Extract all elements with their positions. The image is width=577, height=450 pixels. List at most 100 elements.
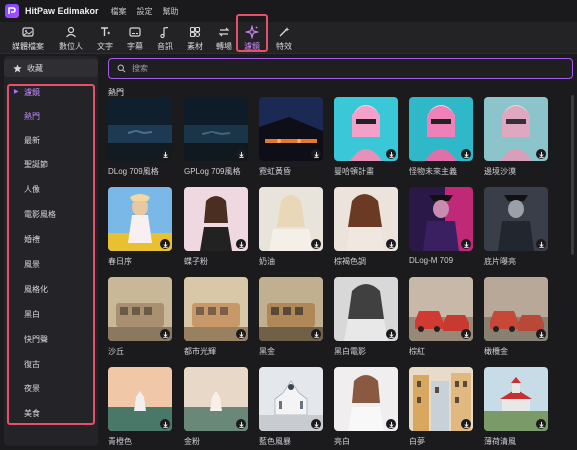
filter-thumbnail	[409, 367, 473, 431]
filter-name: DLog 709風格	[108, 167, 159, 176]
tool-label: 數位人	[59, 42, 83, 51]
filter-name: 亮白	[334, 437, 350, 446]
sidebar-item-wedding[interactable]: 婚禮	[24, 234, 40, 245]
download-icon[interactable]	[236, 149, 246, 159]
filter-tool-highlight	[236, 14, 268, 52]
filter-card[interactable]: 霓虹黃昏	[259, 97, 323, 176]
download-icon[interactable]	[160, 239, 170, 249]
sidebar-item-hot[interactable]: 熱門	[24, 111, 40, 122]
search-bar[interactable]: 搜索	[108, 58, 573, 79]
favorites-item[interactable]: 收藏	[4, 59, 98, 77]
sidebar-item-night[interactable]: 夜景	[24, 383, 40, 394]
download-icon[interactable]	[311, 419, 321, 429]
category-list-highlight	[7, 84, 95, 425]
filter-card[interactable]: 亮白	[334, 367, 398, 446]
tool-audio[interactable]: 音訊	[153, 22, 177, 52]
filter-card[interactable]: 怪物未來主義	[409, 97, 473, 176]
tool-sticker[interactable]: 素材	[183, 22, 207, 52]
filter-card[interactable]: 奶油	[259, 187, 323, 266]
sidebar-item-landscape[interactable]: 風景	[24, 259, 40, 270]
filter-card[interactable]: 金粉	[184, 367, 248, 446]
filter-thumbnail	[334, 97, 398, 161]
filter-card[interactable]: 藍色風暴	[259, 367, 323, 446]
download-icon[interactable]	[160, 329, 170, 339]
filter-card[interactable]: 黑金	[259, 277, 323, 356]
sidebar-item-latest[interactable]: 最新	[24, 135, 40, 146]
filter-card[interactable]: 薄荷清風	[484, 367, 548, 446]
download-icon[interactable]	[386, 239, 396, 249]
sidebar-item-portrait[interactable]: 人像	[24, 184, 40, 195]
filter-name: 霓虹黃昏	[259, 167, 291, 176]
menu-settings[interactable]: 設定	[137, 6, 153, 17]
filter-thumbnail	[259, 367, 323, 431]
sidebar-item-cinematic[interactable]: 電影風格	[24, 209, 56, 220]
download-icon[interactable]	[536, 419, 546, 429]
tool-effects[interactable]: 特效	[272, 22, 296, 52]
filter-card[interactable]: GPLog 709風格	[184, 97, 248, 176]
sidebar-item-stylized[interactable]: 風格化	[24, 284, 48, 295]
tool-transition[interactable]: 轉場	[212, 22, 236, 52]
sidebar-item-christmas[interactable]: 聖誕節	[24, 159, 48, 170]
tool-avatar[interactable]: 數位人	[55, 22, 87, 52]
filter-card[interactable]: DLog 709風格	[108, 97, 172, 176]
download-icon[interactable]	[461, 149, 471, 159]
download-icon[interactable]	[461, 239, 471, 249]
download-icon[interactable]	[461, 419, 471, 429]
download-icon[interactable]	[160, 419, 170, 429]
expand-arrow-icon[interactable]: ▶	[14, 88, 19, 95]
filter-card[interactable]: 春日序	[108, 187, 172, 266]
scrollbar[interactable]	[571, 95, 574, 255]
download-icon[interactable]	[236, 419, 246, 429]
filter-card[interactable]: 棕褐色調	[334, 187, 398, 266]
effects-icon	[279, 27, 290, 37]
filter-name: 薄荷清風	[484, 437, 516, 446]
sidebar-section-filter[interactable]: 濾鏡	[24, 87, 40, 98]
filter-thumbnail	[108, 97, 172, 161]
filter-card[interactable]: 橄欖金	[484, 277, 548, 356]
menu-help[interactable]: 幫助	[163, 6, 179, 17]
filter-card[interactable]: 都市光輝	[184, 277, 248, 356]
filter-name: 怪物未來主義	[409, 167, 457, 176]
filter-card[interactable]: 曼哈頓計畫	[334, 97, 398, 176]
tool-text[interactable]: 文字	[93, 22, 117, 52]
download-icon[interactable]	[311, 329, 321, 339]
sidebar-item-bw[interactable]: 黑白	[24, 309, 40, 320]
download-icon[interactable]	[386, 419, 396, 429]
filter-card[interactable]: 黑白電影	[334, 277, 398, 356]
filter-card[interactable]: 邊境沙漠	[484, 97, 548, 176]
filter-name: 底片曝亮	[484, 257, 516, 266]
download-icon[interactable]	[536, 239, 546, 249]
filter-card[interactable]: 白夢	[409, 367, 473, 446]
tool-media[interactable]: 媒體檔案	[8, 22, 48, 52]
filter-card[interactable]: 沙丘	[108, 277, 172, 356]
filter-card[interactable]: 青橙色	[108, 367, 172, 446]
filter-card[interactable]: 底片曝亮	[484, 187, 548, 266]
filter-name: 棕褐色調	[334, 257, 366, 266]
sidebar-item-food[interactable]: 美食	[24, 408, 40, 419]
filter-card[interactable]: DLog-M 709	[409, 187, 473, 265]
download-icon[interactable]	[536, 329, 546, 339]
sticker-icon	[189, 26, 201, 38]
sidebar-item-retro[interactable]: 復古	[24, 359, 40, 370]
filter-card[interactable]: 蝶子粉	[184, 187, 248, 266]
tool-label: 素材	[187, 42, 203, 51]
tool-subtitle[interactable]: 字幕	[123, 22, 147, 52]
download-icon[interactable]	[311, 239, 321, 249]
menu-file[interactable]: 檔案	[111, 6, 127, 17]
download-icon[interactable]	[236, 239, 246, 249]
favorites-label: 收藏	[27, 63, 43, 73]
tool-label: 字幕	[127, 42, 143, 51]
filter-name: 藍色風暴	[259, 437, 291, 446]
sidebar-item-shutter[interactable]: 快門聲	[24, 334, 48, 345]
download-icon[interactable]	[236, 329, 246, 339]
download-icon[interactable]	[386, 329, 396, 339]
filter-thumbnail	[184, 277, 248, 341]
download-icon[interactable]	[160, 149, 170, 159]
download-icon[interactable]	[536, 149, 546, 159]
download-icon[interactable]	[461, 329, 471, 339]
search-input[interactable]: 搜索	[132, 63, 148, 74]
download-icon[interactable]	[311, 149, 321, 159]
filter-thumbnail	[184, 97, 248, 161]
filter-card[interactable]: 棕紅	[409, 277, 473, 356]
download-icon[interactable]	[386, 149, 396, 159]
